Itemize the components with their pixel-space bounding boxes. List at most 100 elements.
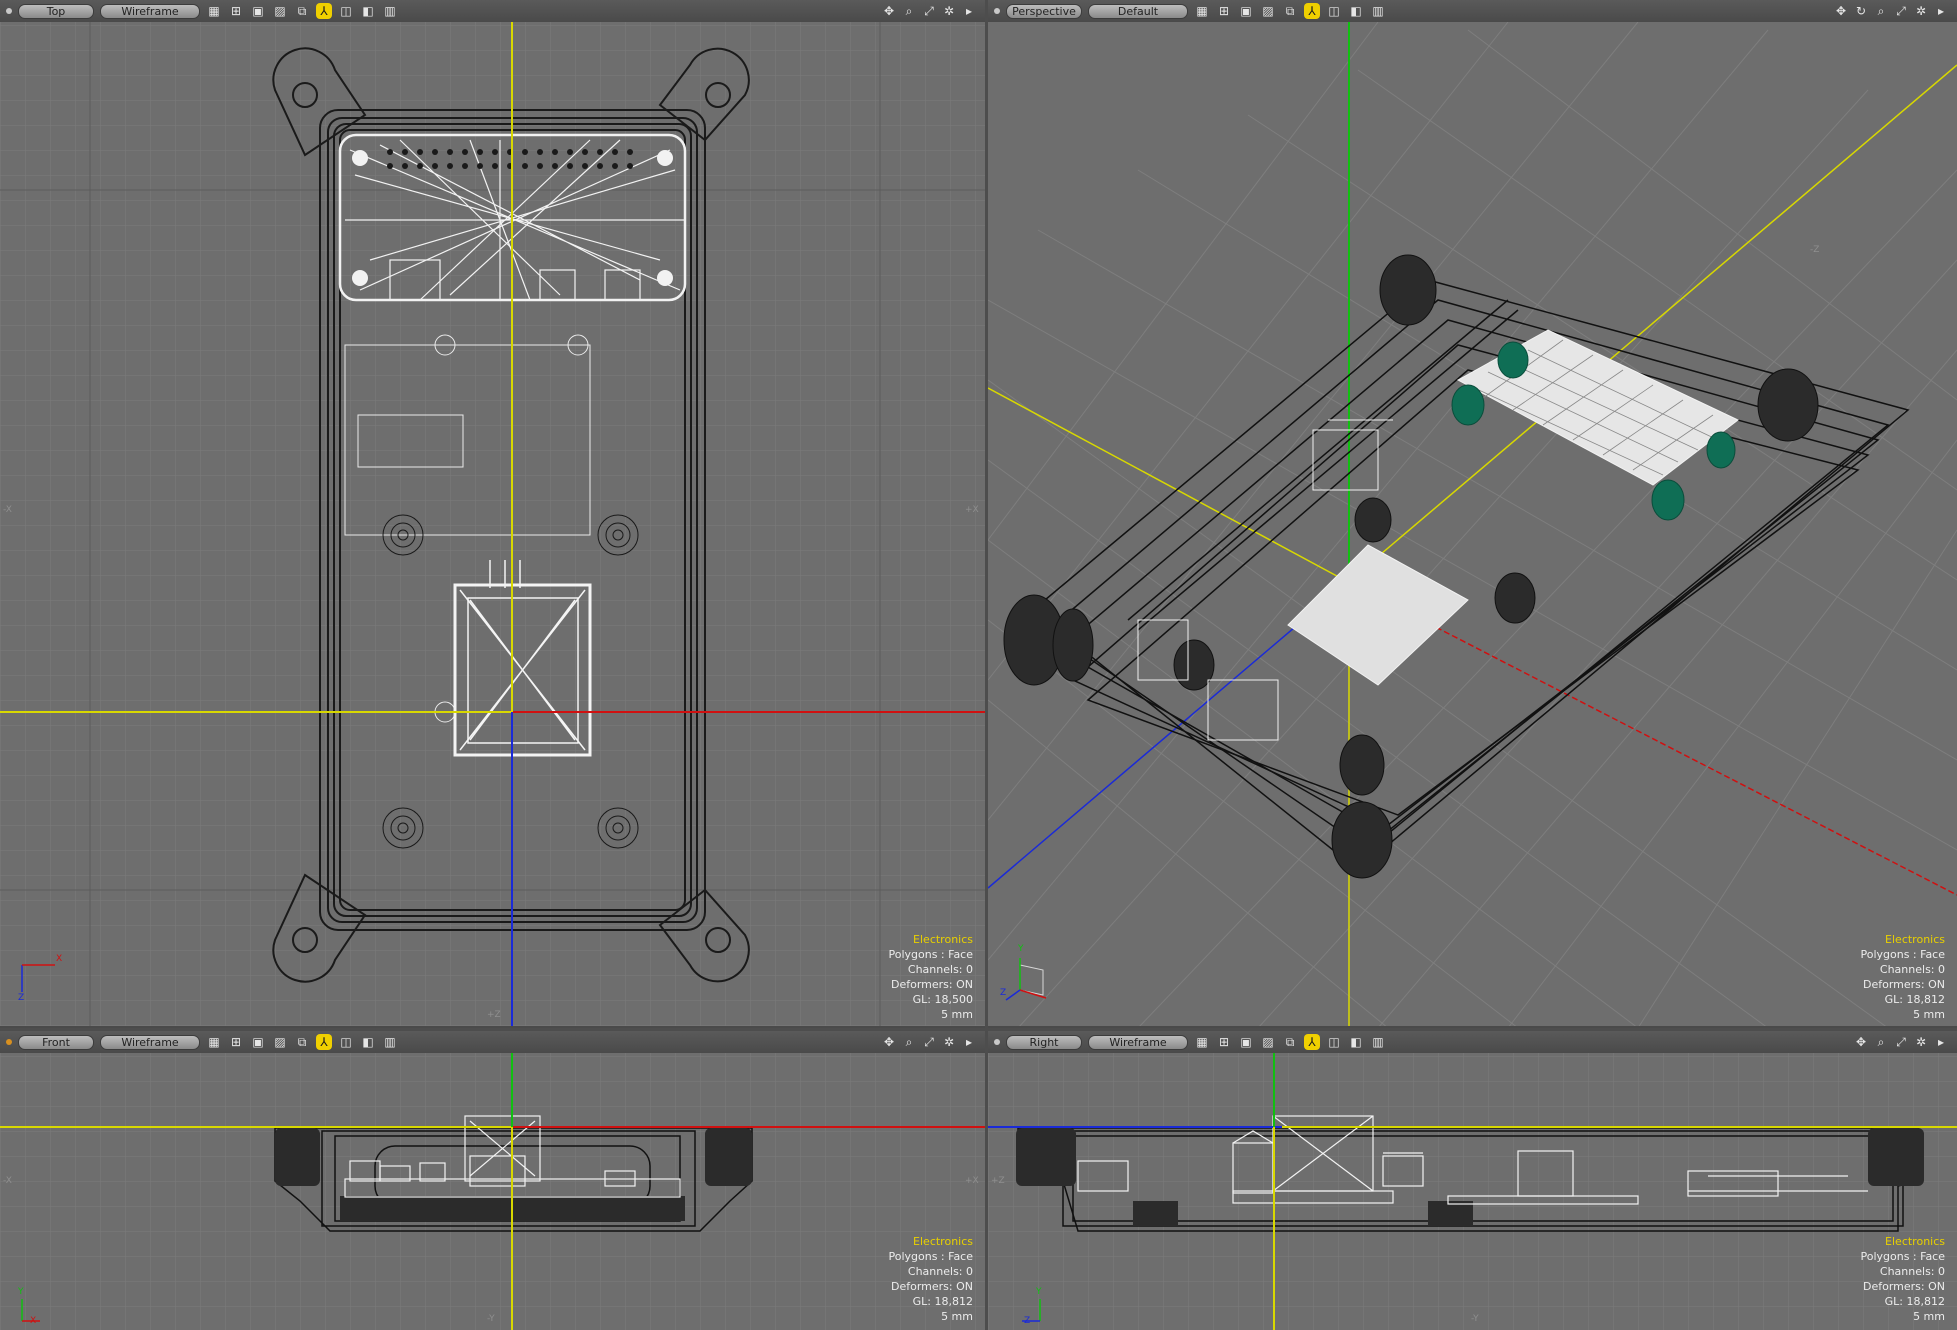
gear-icon[interactable]: ✲ [941,1034,957,1050]
fit-icon[interactable]: ⤢ [1893,3,1909,19]
clip-icon[interactable]: ◫ [1326,1034,1342,1050]
solid-icon[interactable]: ▣ [250,3,266,19]
triad-label-y: Y [18,1287,24,1297]
shading-mode-button[interactable]: Wireframe [100,3,200,19]
axis-icon[interactable]: ⅄ [316,3,332,19]
gear-icon[interactable]: ✲ [1913,1034,1929,1050]
axis-label-bottom: +Z [487,1010,501,1020]
viewport-menu-dot[interactable] [994,1039,1000,1045]
clip-icon[interactable]: ◫ [338,1034,354,1050]
grid-icon[interactable]: ▦ [1194,1034,1210,1050]
view-select-button[interactable]: Front [18,1034,94,1050]
wireframe-scene [0,1031,985,1330]
solid-icon[interactable]: ▣ [1238,1034,1254,1050]
viewport-menu-dot[interactable] [994,8,1000,14]
grid-unit: 5 mm [941,1008,973,1021]
gear-icon[interactable]: ✲ [941,3,957,19]
clip-icon[interactable]: ◫ [1326,3,1342,19]
pair-icon[interactable]: ◧ [360,3,376,19]
zoom-icon[interactable]: ⌕ [901,3,917,19]
misc-icon[interactable]: ▥ [1370,3,1386,19]
layers-icon[interactable]: ⧉ [294,1034,310,1050]
axis-icon[interactable]: ⅄ [1304,1034,1320,1050]
texture-icon[interactable]: ▨ [272,3,288,19]
misc-icon[interactable]: ▥ [382,3,398,19]
axis-icon[interactable]: ⅄ [316,1034,332,1050]
polygons-mode: Polygons : Face [1860,948,1945,961]
viewport-nav: ✥ ↻ ⌕ ⤢ ✲ ▸ [1831,3,1951,19]
arrow-icon[interactable]: ▸ [961,3,977,19]
rotate-icon[interactable]: ↻ [1853,3,1869,19]
axis-icon[interactable]: ⅄ [1304,3,1320,19]
viewport-perspective[interactable]: Perspective Default ▦ ⊞ ▣ ▨ ⧉ ⅄ ◫ ◧ ▥ ✥ … [988,0,1957,1028]
gear-icon[interactable]: ✲ [1913,3,1929,19]
viewport-info: Electronics Polygons : Face Channels: 0 … [1860,932,1945,1022]
zoom-icon[interactable]: ⌕ [1873,3,1889,19]
misc-icon[interactable]: ▥ [382,1034,398,1050]
axis-label-bottom: -Y [1471,1314,1479,1324]
deformers-status: Deformers: ON [1863,978,1945,991]
arrow-icon[interactable]: ▸ [1933,3,1949,19]
texture-icon[interactable]: ▨ [272,1034,288,1050]
layers-icon[interactable]: ⧉ [1282,3,1298,19]
arrow-icon[interactable]: ▸ [961,1034,977,1050]
globe-icon[interactable]: ⊞ [1216,1034,1232,1050]
move-icon[interactable]: ✥ [881,1034,897,1050]
viewport-menu-dot[interactable] [6,1039,12,1045]
triad-label-y: Y [1018,944,1024,954]
globe-icon[interactable]: ⊞ [1216,3,1232,19]
pair-icon[interactable]: ◧ [360,1034,376,1050]
shading-mode-button[interactable]: Wireframe [1088,1034,1188,1050]
shading-mode-button[interactable]: Wireframe [100,1034,200,1050]
move-icon[interactable]: ✥ [881,3,897,19]
fit-icon[interactable]: ⤢ [1893,1034,1909,1050]
deformers-status: Deformers: ON [891,1280,973,1293]
zoom-icon[interactable]: ⌕ [901,1034,917,1050]
grid-icon[interactable]: ▦ [206,1034,222,1050]
viewport-top[interactable]: Top Wireframe ▦ ⊞ ▣ ▨ ⧉ ⅄ ◫ ◧ ▥ ✥ ⌕ ⤢ ✲ … [0,0,985,1028]
solid-icon[interactable]: ▣ [250,1034,266,1050]
view-select-button[interactable]: Top [18,3,94,19]
grid-unit: 5 mm [1913,1310,1945,1323]
triad-label-y: Y [1036,1287,1042,1297]
pair-icon[interactable]: ◧ [1348,1034,1364,1050]
zoom-icon[interactable]: ⌕ [1873,1034,1889,1050]
view-select-button[interactable]: Perspective [1006,3,1082,19]
triad-label-x: X [30,1316,37,1326]
clip-icon[interactable]: ◫ [338,3,354,19]
fit-icon[interactable]: ⤢ [921,1034,937,1050]
viewport-front[interactable]: Front Wireframe ▦ ⊞ ▣ ▨ ⧉ ⅄ ◫ ◧ ▥ ✥ ⌕ ⤢ … [0,1031,985,1330]
viewport-right[interactable]: Right Wireframe ▦ ⊞ ▣ ▨ ⧉ ⅄ ◫ ◧ ▥ ✥ ⌕ ⤢ … [988,1031,1957,1330]
pair-icon[interactable]: ◧ [1348,3,1364,19]
texture-icon[interactable]: ▨ [1260,1034,1276,1050]
grid-icon[interactable]: ▦ [206,3,222,19]
viewport-toolbar: Front Wireframe ▦ ⊞ ▣ ▨ ⧉ ⅄ ◫ ◧ ▥ [0,1031,985,1053]
wireframe-scene [988,0,1957,1028]
viewport-menu-dot[interactable] [6,8,12,14]
layers-icon[interactable]: ⧉ [294,3,310,19]
view-select-button[interactable]: Right [1006,1034,1082,1050]
globe-icon[interactable]: ⊞ [228,3,244,19]
fit-icon[interactable]: ⤢ [921,3,937,19]
move-icon[interactable]: ✥ [1853,1034,1869,1050]
shading-mode-button[interactable]: Default [1088,3,1188,19]
solid-icon[interactable]: ▣ [1238,3,1254,19]
texture-icon[interactable]: ▨ [1260,3,1276,19]
scene-name: Electronics [913,933,973,946]
arrow-icon[interactable]: ▸ [1933,1034,1949,1050]
deformers-status: Deformers: ON [1863,1280,1945,1293]
viewport-info: Electronics Polygons : Face Channels: 0 … [888,932,973,1022]
wireframe-scene [988,1031,1957,1330]
axis-label-left: +Z [991,1176,1005,1186]
globe-icon[interactable]: ⊞ [228,1034,244,1050]
grid-unit: 5 mm [941,1310,973,1323]
grid-icon[interactable]: ▦ [1194,3,1210,19]
misc-icon[interactable]: ▥ [1370,1034,1386,1050]
gl-count: GL: 18,812 [912,1295,973,1308]
viewport-toolbar: Right Wireframe ▦ ⊞ ▣ ▨ ⧉ ⅄ ◫ ◧ ▥ [988,1031,1957,1053]
move-icon[interactable]: ✥ [1833,3,1849,19]
layers-icon[interactable]: ⧉ [1282,1034,1298,1050]
polygons-mode: Polygons : Face [1860,1250,1945,1263]
axis-label-right: +X [965,1176,979,1186]
gl-count: GL: 18,812 [1884,993,1945,1006]
